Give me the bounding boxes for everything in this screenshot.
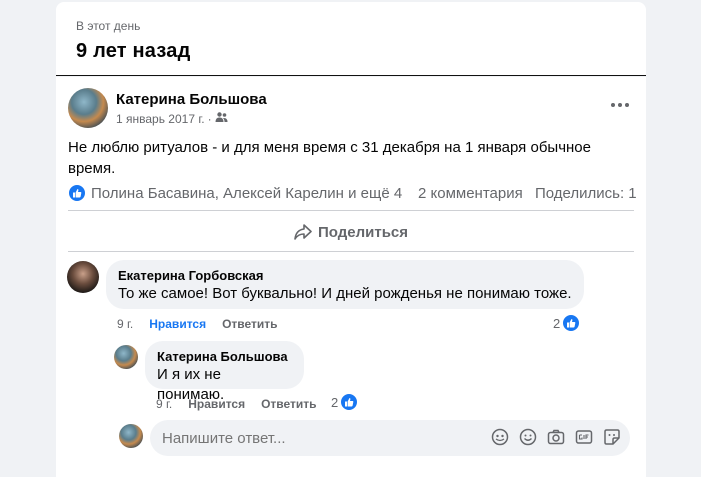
share-button[interactable]: Поделиться xyxy=(68,214,634,250)
post-text: Не люблю ритуалов - и для меня время с 3… xyxy=(68,139,591,177)
comment-time[interactable]: 9 г. xyxy=(117,317,133,331)
input-icons xyxy=(491,428,621,446)
divider xyxy=(68,251,634,252)
gif-icon[interactable] xyxy=(575,428,593,446)
post-meta: 1 январь 2017 г. · xyxy=(116,111,228,126)
share-icon xyxy=(294,224,312,240)
post-author[interactable]: Катерина Большова xyxy=(116,91,267,108)
like-icon xyxy=(562,314,581,332)
post-date[interactable]: 1 январь 2017 г. xyxy=(116,112,205,126)
memory-years: 9 лет назад xyxy=(76,40,191,62)
comment-bubble: Екатерина Горбовская То же самое! Вот бу… xyxy=(106,260,584,309)
like-icon xyxy=(68,184,86,202)
current-user-avatar[interactable] xyxy=(119,424,143,448)
reply-reactions[interactable]: 2 xyxy=(331,393,359,411)
comment-actions: 9 г. Нравится Ответить xyxy=(117,317,278,331)
separator-dot: · xyxy=(207,111,212,126)
reactions-summary[interactable]: Полина Басавина, Алексей Карелин и ещё 4 xyxy=(68,184,402,202)
reactions-row: Полина Басавина, Алексей Карелин и ещё 4… xyxy=(68,184,637,204)
more-options-icon[interactable] xyxy=(608,95,632,115)
avatar[interactable] xyxy=(68,88,108,128)
reply-author-avatar[interactable] xyxy=(114,345,138,369)
reactions-names[interactable]: Полина Басавина, Алексей Карелин и ещё 4 xyxy=(91,185,402,202)
reply-time[interactable]: 9 г. xyxy=(156,397,172,411)
reply-author[interactable]: Катерина Большова xyxy=(157,349,292,365)
shares-count[interactable]: Поделились: 1 xyxy=(535,185,637,202)
reaction-count: 2 xyxy=(331,394,339,410)
like-button[interactable]: Нравится xyxy=(188,397,245,411)
sticker-icon[interactable] xyxy=(603,428,621,446)
memory-header: В этот день 9 лет назад xyxy=(56,2,646,76)
reply-actions: 9 г. Нравится Ответить xyxy=(156,397,317,411)
post-card: Катерина Большова 1 январь 2017 г. · Не … xyxy=(56,77,646,477)
reply-button[interactable]: Ответить xyxy=(222,317,277,331)
avatar-sticker-icon[interactable] xyxy=(491,428,509,446)
commenter-avatar[interactable] xyxy=(67,261,99,293)
like-button[interactable]: Нравится xyxy=(149,317,206,331)
reaction-count: 2 xyxy=(553,315,561,331)
like-icon xyxy=(340,393,359,411)
emoji-icon[interactable] xyxy=(519,428,537,446)
memory-label: В этот день xyxy=(76,19,141,33)
reply-button[interactable]: Ответить xyxy=(261,397,316,411)
friends-icon[interactable] xyxy=(215,111,228,126)
comment-reactions[interactable]: 2 xyxy=(553,314,581,332)
divider xyxy=(68,210,634,211)
comment-text: То же самое! Вот буквально! И дней рожде… xyxy=(118,285,572,302)
comment-author[interactable]: Екатерина Горбовская xyxy=(118,268,572,284)
share-label: Поделиться xyxy=(317,223,409,241)
camera-icon[interactable] xyxy=(547,428,565,446)
comments-count[interactable]: 2 комментария xyxy=(418,185,523,202)
reply-bubble: Катерина Большова И я их не понимаю. xyxy=(145,341,304,403)
